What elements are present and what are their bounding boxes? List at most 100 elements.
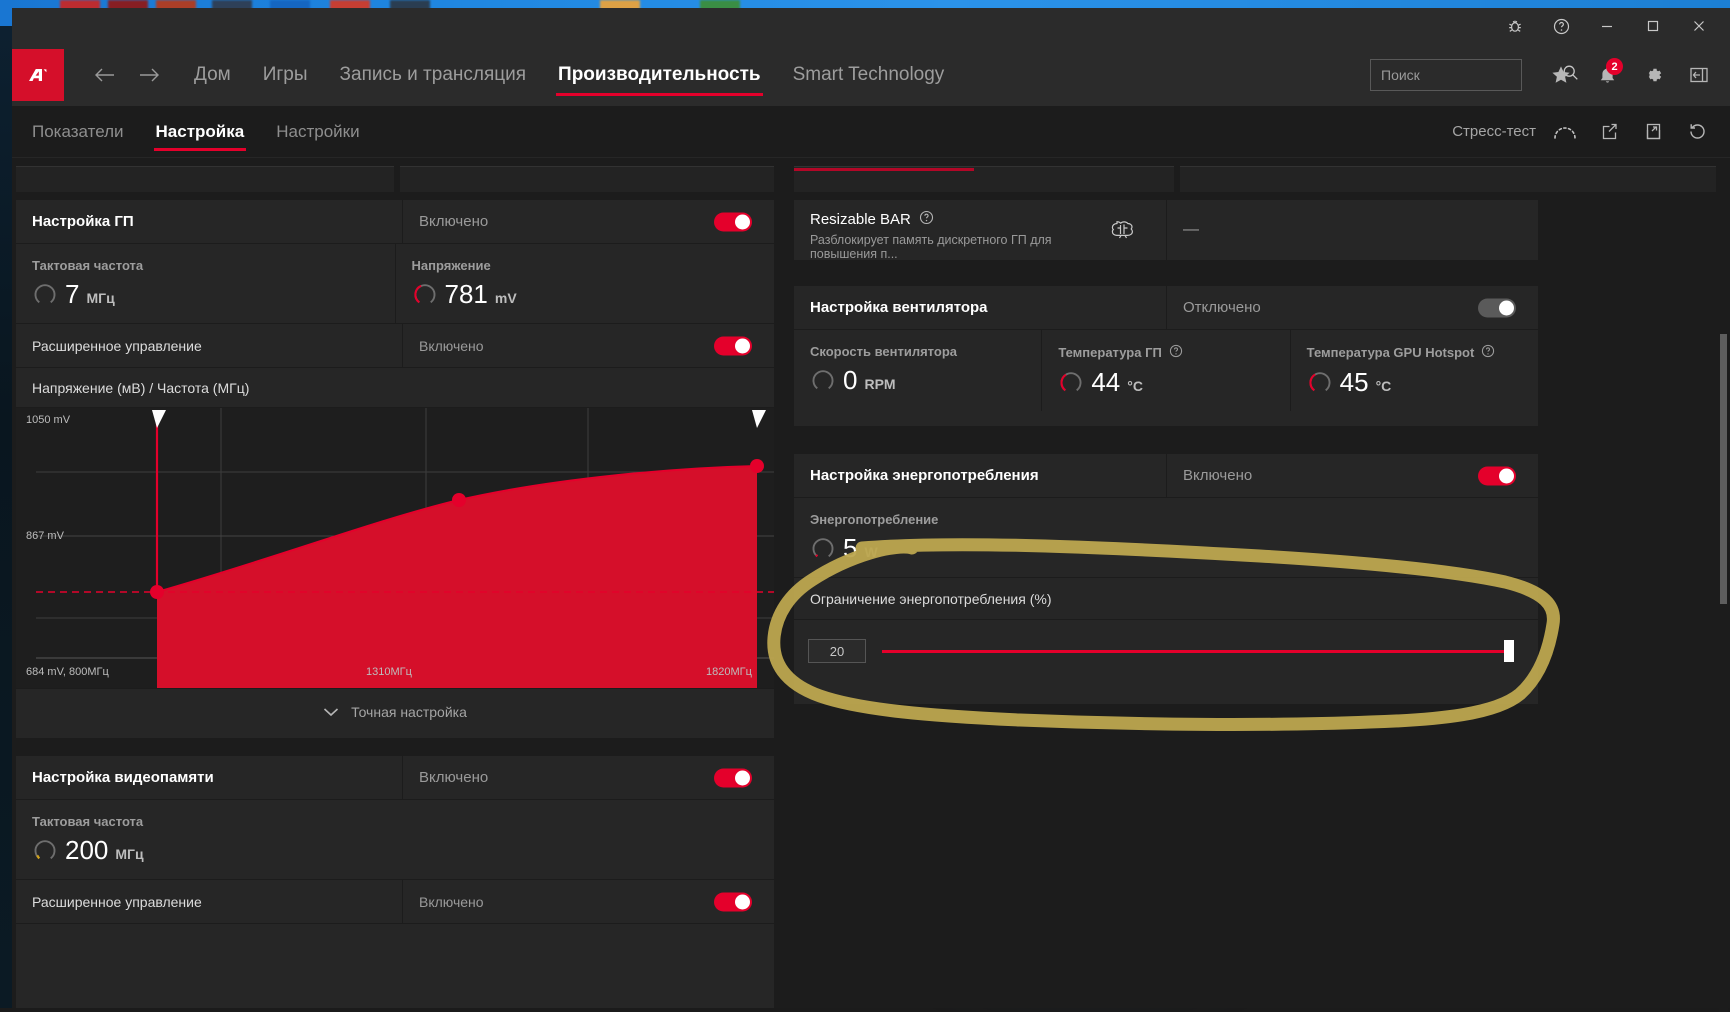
gpu-temperature-value-group: 44 °C — [1058, 369, 1289, 395]
tab-tuning[interactable]: Настройка — [140, 107, 261, 157]
resizable-bar-title-group: Resizable BAR — [810, 210, 1080, 229]
search-input[interactable] — [1381, 67, 1562, 83]
resizable-bar-title: Resizable BAR — [810, 211, 911, 228]
stress-test-gauge-icon[interactable] — [1544, 111, 1586, 153]
forward-arrow-icon[interactable] — [136, 62, 162, 88]
bug-report-icon[interactable] — [1492, 9, 1538, 43]
gpu-temperature-label: Температура ГП — [1058, 345, 1161, 360]
nav-item-gaming[interactable]: Игры — [247, 44, 324, 106]
power-tuning-title: Настройка энергопотребления — [794, 454, 1166, 497]
question-mark-icon[interactable] — [919, 210, 934, 229]
vram-clock-metric: Тактовая частота 200 МГц — [16, 800, 774, 879]
nav-items: Дом Игры Запись и трансляция Производите… — [178, 44, 960, 106]
nav-arrows — [64, 44, 178, 106]
vram-clock-value: 200 — [65, 837, 108, 863]
gpu-clock-value: 7 — [65, 281, 79, 307]
import-profile-icon[interactable] — [1588, 111, 1630, 153]
favorites-star-icon[interactable] — [1540, 54, 1582, 96]
tab-settings[interactable]: Настройки — [260, 107, 375, 157]
nav-item-performance[interactable]: Производительность — [542, 44, 777, 106]
gpu-voltage-gauge-icon — [412, 281, 438, 307]
question-mark-icon[interactable] — [1481, 344, 1495, 361]
power-limit-slider-fill — [882, 650, 1514, 653]
vram-tuning-toggle[interactable] — [714, 768, 752, 787]
fan-speed-label: Скорость вентилятора — [810, 344, 1041, 359]
gpu-clock-label: Тактовая частота — [32, 258, 395, 273]
gpu-clock-metric: Тактовая частота 7 МГц — [16, 244, 396, 323]
maximize-icon[interactable] — [1630, 9, 1676, 43]
gpu-voltage-label: Напряжение — [412, 258, 775, 273]
subbar-tools: Стресс-тест — [1452, 111, 1730, 153]
content-scrollbar-thumb[interactable] — [1720, 334, 1727, 604]
search-box[interactable] — [1370, 59, 1522, 91]
close-icon[interactable] — [1676, 9, 1722, 43]
gpu-temperature-gauge-icon — [1058, 369, 1084, 395]
vram-clock-gauge-icon — [32, 837, 58, 863]
reset-icon[interactable] — [1676, 111, 1718, 153]
brain-icon[interactable] — [1080, 200, 1166, 260]
gpu-advanced-toggle[interactable] — [714, 336, 752, 355]
amd-logo-icon[interactable] — [12, 49, 64, 101]
vram-advanced-toggle[interactable] — [714, 892, 752, 911]
fan-speed-value-group: 0 RPM — [810, 367, 1041, 393]
chart-xtick-1820: 1820МГц — [706, 666, 752, 678]
vram-tuning-title: Настройка видеопамяти — [16, 756, 402, 799]
main-navigation-bar: Дом Игры Запись и трансляция Производите… — [12, 44, 1730, 106]
fan-tuning-toggle[interactable] — [1478, 298, 1516, 317]
fan-tuning-state: Отключено — [1166, 286, 1538, 329]
resizable-bar-row: Resizable BAR Разблокирует память дискре… — [794, 200, 1538, 260]
fan-tuning-card: Настройка вентилятора Отключено Скорость… — [794, 286, 1538, 426]
panel-collapse-icon[interactable] — [1678, 54, 1720, 96]
back-arrow-icon[interactable] — [92, 62, 118, 88]
power-limit-slider[interactable] — [882, 641, 1514, 661]
vram-metrics-row: Тактовая частота 200 МГц — [16, 800, 774, 880]
power-tuning-card: Настройка энергопотребления Включено Эне… — [794, 454, 1538, 704]
fan-speed-unit: RPM — [864, 376, 895, 392]
power-limit-slider-row: 20 — [794, 620, 1538, 682]
fan-speed-value: 0 — [843, 367, 857, 393]
fan-speed-gauge-icon — [810, 367, 836, 393]
power-consumption-gauge-icon — [810, 535, 836, 561]
nav-item-home[interactable]: Дом — [178, 44, 247, 106]
help-icon[interactable] — [1538, 9, 1584, 43]
fan-tuning-title: Настройка вентилятора — [794, 286, 1166, 329]
tuning-content: Настройка ГП Включено Тактовая частота 7… — [12, 158, 1730, 1012]
gpu-hotspot-unit: °C — [1376, 378, 1392, 394]
gpu-tuning-state-label: Включено — [419, 213, 488, 230]
tab-metrics[interactable]: Показатели — [16, 107, 140, 157]
power-limit-value[interactable]: 20 — [808, 639, 866, 663]
nav-item-smart-technology[interactable]: Smart Technology — [777, 44, 961, 106]
gpu-advanced-label: Расширенное управление — [16, 324, 402, 367]
power-tuning-toggle[interactable] — [1478, 466, 1516, 485]
vf-chart-svg[interactable] — [16, 408, 774, 688]
vram-advanced-control-row: Расширенное управление Включено — [16, 880, 774, 924]
power-limit-slider-thumb[interactable] — [1504, 640, 1514, 662]
gpu-temperature-value: 44 — [1091, 369, 1120, 395]
power-consumption-value: 5 — [843, 535, 857, 561]
gpu-tuning-header: Настройка ГП Включено — [16, 200, 774, 244]
gpu-tuning-toggle[interactable] — [714, 212, 752, 231]
gpu-advanced-state-label: Включено — [419, 338, 484, 354]
resizable-bar-description: Разблокирует память дискретного ГП для п… — [810, 233, 1080, 261]
nav-item-recording[interactable]: Запись и трансляция — [324, 44, 543, 106]
gear-icon[interactable] — [1632, 54, 1674, 96]
fine-tune-expander[interactable]: Точная настройка — [16, 688, 774, 734]
ghost-card — [1180, 166, 1716, 192]
content-scrollbar[interactable] — [1719, 194, 1728, 1012]
ghost-card — [16, 166, 394, 192]
question-mark-icon[interactable] — [1169, 344, 1183, 361]
power-consumption-metric: Энергопотребление 5 W — [794, 498, 1538, 577]
chart-xtick-1310: 1310МГц — [366, 666, 412, 678]
notifications-bell-icon[interactable]: 2 — [1586, 54, 1628, 96]
gpu-voltage-unit: mV — [495, 290, 517, 306]
nav-right-tools: 2 — [1370, 44, 1730, 106]
export-profile-icon[interactable] — [1632, 111, 1674, 153]
gpu-temperature-metric: Температура ГП — [1042, 330, 1290, 411]
stress-test-label: Стресс-тест — [1452, 123, 1536, 140]
gpu-tuning-state: Включено — [402, 200, 774, 243]
performance-subtab-bar: Показатели Настройка Настройки Стресс-те… — [12, 106, 1730, 158]
voltage-frequency-chart[interactable]: 1050 mV 867 mV 684 mV, 800МГц 1310МГц 18… — [16, 408, 774, 688]
power-limit-label: Ограничение энергопотребления (%) — [794, 578, 1538, 620]
minimize-icon[interactable] — [1584, 9, 1630, 43]
gpu-tuning-metrics-row: Тактовая частота 7 МГц Напряжение — [16, 244, 774, 324]
